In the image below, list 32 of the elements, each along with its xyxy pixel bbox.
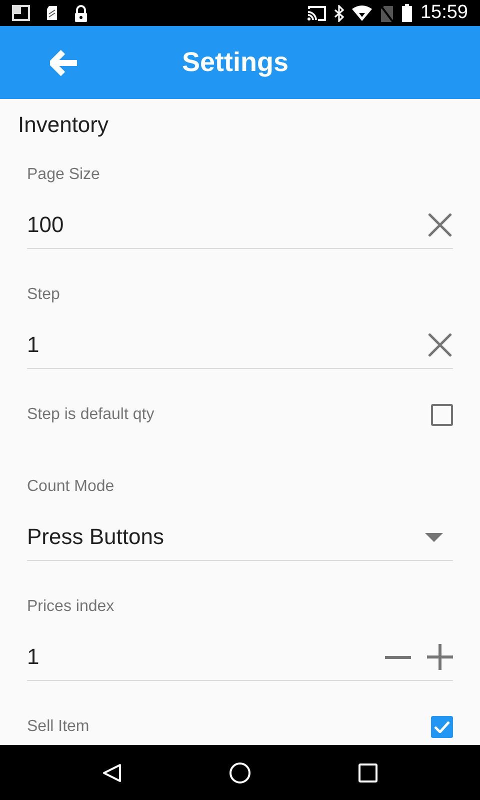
cast-icon — [307, 5, 326, 21]
checkbox[interactable] — [431, 404, 453, 426]
minus-icon — [385, 656, 411, 658]
plus-button[interactable] — [427, 644, 453, 670]
window-icon — [12, 5, 30, 21]
caret-icon — [425, 532, 443, 542]
input-field[interactable]: 1 — [27, 325, 40, 365]
lock-icon — [74, 4, 88, 22]
setting-label: Step — [27, 285, 61, 305]
screen-title: Settings — [182, 46, 289, 79]
input-field[interactable]: 1 — [27, 637, 40, 677]
back-nav-button[interactable] — [102, 762, 122, 782]
setting-label: Page Size — [27, 165, 101, 185]
no-sim-icon — [380, 4, 394, 22]
setting-label: Sell Item — [27, 717, 90, 737]
section-title: Inventory — [17, 111, 110, 139]
setting-label: Count Mode — [27, 477, 116, 497]
clock-time: 15:59 — [420, 1, 468, 25]
wifi-icon — [352, 5, 372, 21]
sd-card-icon — [46, 5, 58, 21]
clear-button[interactable] — [427, 212, 453, 238]
setting-label: Prices index — [27, 597, 116, 617]
dropdown-field[interactable]: Press Buttons — [27, 517, 453, 557]
checkbox[interactable] — [431, 716, 453, 738]
recents-nav-button[interactable] — [358, 762, 378, 782]
setting-label: Step is default qty — [27, 405, 154, 425]
home-nav-button[interactable] — [228, 762, 251, 784]
bluetooth-icon — [334, 4, 344, 22]
back-button[interactable] — [50, 50, 78, 76]
battery-icon — [402, 4, 412, 22]
clear-button[interactable] — [427, 332, 453, 358]
input-field[interactable]: 100 — [27, 205, 64, 245]
